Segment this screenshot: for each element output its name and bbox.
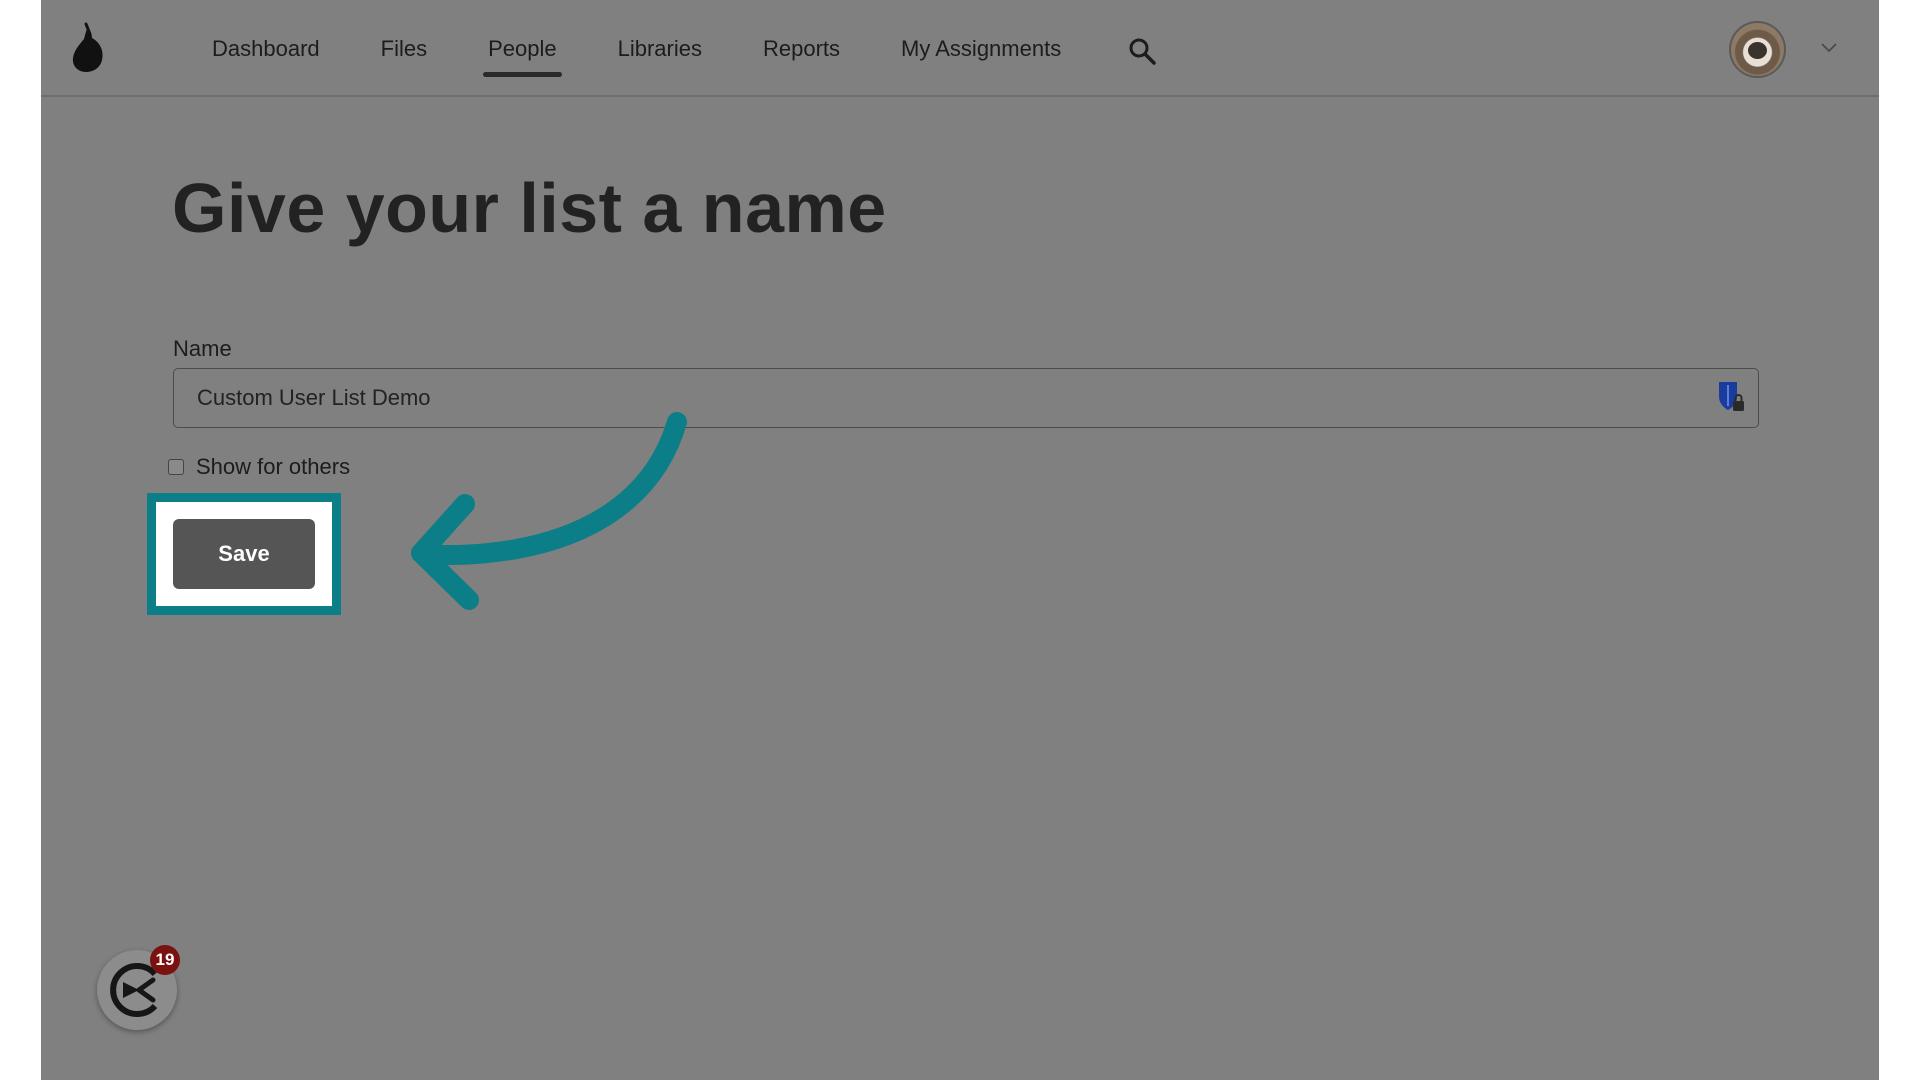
- chevron-down-icon[interactable]: [1819, 40, 1839, 54]
- save-button[interactable]: Save: [173, 519, 315, 589]
- show-for-others-row: Show for others: [168, 454, 350, 480]
- page-title: Give your list a name: [172, 169, 887, 247]
- app-window: Dashboard Files People Libraries Reports…: [41, 0, 1879, 1080]
- nav-item-people[interactable]: People: [483, 0, 562, 97]
- nav-item-files[interactable]: Files: [381, 0, 427, 97]
- nav-item-libraries[interactable]: Libraries: [618, 0, 702, 97]
- show-for-others-label: Show for others: [196, 454, 351, 479]
- name-field-label: Name: [173, 336, 232, 361]
- nav-item-dashboard[interactable]: Dashboard: [212, 0, 320, 97]
- avatar-image: [1748, 42, 1767, 59]
- search-icon[interactable]: [1127, 36, 1157, 66]
- nav-item-my-assignments[interactable]: My Assignments: [901, 0, 1061, 97]
- pointer-arrow-icon: [411, 412, 687, 610]
- notification-badge: 19: [150, 945, 180, 975]
- main-nav: Dashboard Files People Libraries Reports…: [212, 0, 1122, 97]
- pear-logo-icon[interactable]: [68, 22, 108, 74]
- user-avatar[interactable]: [1729, 21, 1786, 78]
- password-manager-icon[interactable]: [1716, 379, 1746, 415]
- show-for-others-checkbox[interactable]: [168, 459, 184, 475]
- nav-item-reports[interactable]: Reports: [763, 0, 840, 97]
- top-navigation: Dashboard Files People Libraries Reports…: [41, 0, 1879, 97]
